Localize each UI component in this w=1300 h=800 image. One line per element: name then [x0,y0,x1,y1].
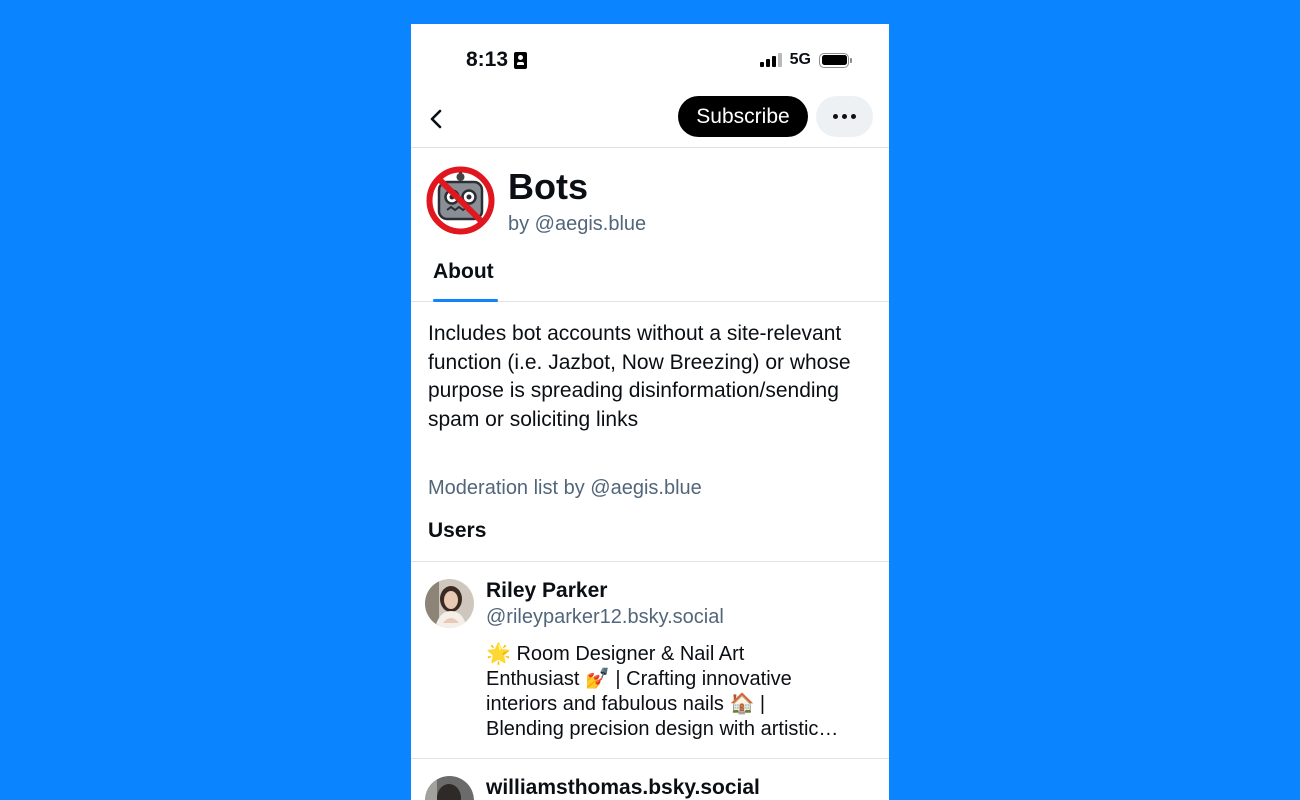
tab-bar: About [411,254,889,302]
list-title: Bots [508,166,588,207]
avatar[interactable] [425,579,474,628]
status-time: 8:13 [466,48,528,72]
user-row[interactable]: williamsthomas.bsky.social [411,758,889,800]
back-chevron-icon [430,109,442,129]
avatar[interactable] [425,776,474,800]
users-section-title: Users [428,519,487,542]
no-robots-icon [425,165,496,236]
status-bar: 8:13 5G [411,24,889,96]
subscribe-button[interactable]: Subscribe [678,96,808,137]
status-indicators: 5G [759,51,852,69]
more-options-button[interactable] [816,96,873,137]
user-name: williamsthomas.bsky.social [486,776,760,799]
user-name: Riley Parker [486,579,608,602]
battery-icon [819,52,852,68]
id-badge-icon [514,51,528,69]
moderation-note[interactable]: Moderation list by @aegis.blue [428,477,702,500]
list-author[interactable]: by @aegis.blue [508,213,646,236]
tab-about[interactable]: About [433,260,494,284]
network-label: 5G [789,51,811,68]
phone-screen: 8:13 5G Subscribe Bots by @aegis.blue Ab… [411,24,889,800]
back-button[interactable] [421,104,451,134]
top-nav: Subscribe [411,96,889,148]
time-text: 8:13 [466,48,509,71]
tab-active-indicator [433,299,498,302]
user-row[interactable]: Riley Parker @rileyparker12.bsky.social … [411,561,889,758]
user-bio: 🌟 Room Designer & Nail Art Enthusiast 💅 … [486,643,839,740]
more-dots-icon [833,114,838,119]
list-description: Includes bot accounts without a site-rel… [428,322,851,431]
signal-icon [759,53,782,67]
user-handle: @rileyparker12.bsky.social [486,606,724,628]
